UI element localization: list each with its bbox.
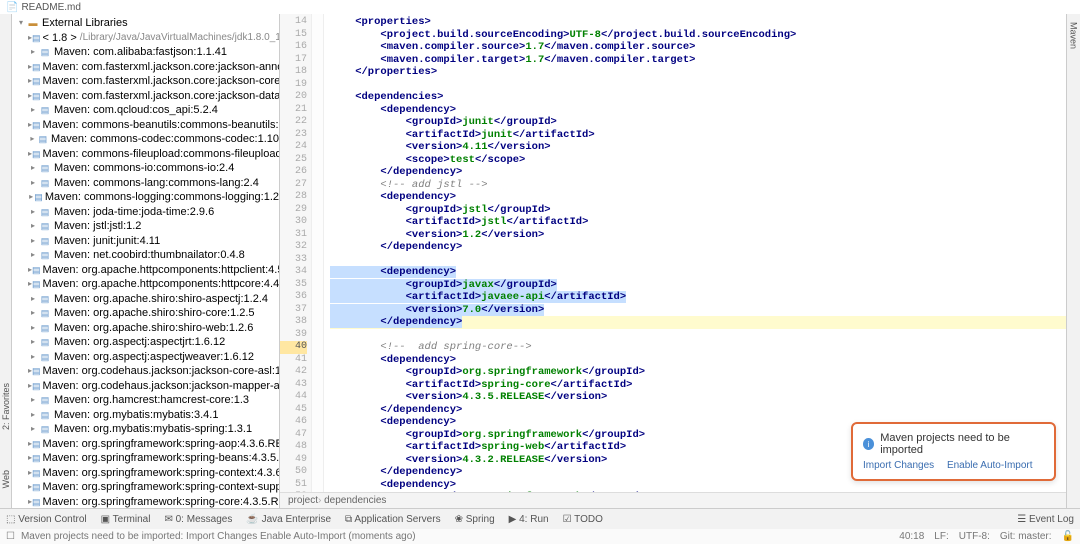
tree-item[interactable]: ▸▤Maven: com.fasterxml.jackson.core:jack…: [16, 60, 279, 75]
tree-item[interactable]: ▸▤Maven: org.apache.httpcomponents:httpc…: [16, 277, 279, 292]
tree-item[interactable]: ▸▤Maven: org.codehaus.jackson:jackson-ma…: [16, 379, 279, 394]
spring-tool[interactable]: ❀ Spring: [455, 514, 495, 525]
tree-item[interactable]: ▸▤Maven: com.alibaba:fastjson:1.1.41: [16, 45, 279, 60]
tree-item[interactable]: ▸▤Maven: org.apache.shiro:shiro-core:1.2…: [16, 306, 279, 321]
favorites-tool[interactable]: 2: Favorites: [1, 383, 11, 430]
tree-item[interactable]: ▸▤Maven: com.qcloud:cos_api:5.2.4: [16, 103, 279, 118]
tree-item[interactable]: ▸▤Maven: org.aspectj:aspectjweaver:1.6.1…: [16, 350, 279, 365]
tree-item[interactable]: ▸▤Maven: org.springframework:spring-cont…: [16, 466, 279, 481]
tree-item[interactable]: ▸▤Maven: org.aspectj:aspectjrt:1.6.12: [16, 335, 279, 350]
breadcrumb-item[interactable]: dependencies: [318, 495, 386, 506]
web-tool[interactable]: Web: [1, 470, 11, 488]
javaee-tool[interactable]: ☕ Java Enterprise: [246, 514, 331, 525]
project-tree[interactable]: ▾▬External Libraries▸▤< 1.8 >/Library/Ja…: [12, 14, 280, 508]
tree-item[interactable]: ▸▤Maven: org.springframework:spring-bean…: [16, 451, 279, 466]
tree-item[interactable]: ▸▤Maven: junit:junit:4.11: [16, 234, 279, 249]
vcs-tool[interactable]: ⬚ Version Control: [6, 514, 87, 525]
enable-autoimport-link[interactable]: Enable Auto-Import: [947, 460, 1033, 471]
tip-icon: ☐: [6, 531, 15, 542]
tree-item[interactable]: ▸▤Maven: org.springframework:spring-aop:…: [16, 437, 279, 452]
status-bar: ⬚ Version Control ▣ Terminal ✉ 0: Messag…: [0, 508, 1080, 529]
tree-item[interactable]: ▸▤Maven: commons-fileupload:commons-file…: [16, 147, 279, 162]
tree-item[interactable]: ▸▤Maven: org.hamcrest:hamcrest-core:1.3: [16, 393, 279, 408]
tip-bar: ☐ Maven projects need to be imported: Im…: [0, 529, 1080, 544]
tree-item[interactable]: ▸▤Maven: org.springframework:spring-core…: [16, 495, 279, 509]
tree-item[interactable]: ▸▤Maven: commons-logging:commons-logging…: [16, 190, 279, 205]
tree-item[interactable]: ▸▤Maven: net.coobird:thumbnailator:0.4.8: [16, 248, 279, 263]
fold-column[interactable]: [312, 14, 324, 508]
event-log[interactable]: ☰ Event Log: [1017, 514, 1074, 525]
tab-readme[interactable]: 📄 README.md: [0, 2, 87, 13]
editor-breadcrumb[interactable]: project dependencies: [280, 492, 1066, 508]
maven-tool[interactable]: Maven: [1069, 22, 1079, 49]
tree-item[interactable]: ▸▤Maven: org.mybatis:mybatis-spring:1.3.…: [16, 422, 279, 437]
breadcrumb-item[interactable]: project: [288, 495, 318, 506]
maven-import-notification: i Maven projects need to be imported Imp…: [851, 422, 1056, 481]
todo-tool[interactable]: ☑ TODO: [563, 514, 603, 525]
tree-item[interactable]: ▸▤Maven: org.apache.shiro:shiro-aspectj:…: [16, 292, 279, 307]
tree-item[interactable]: ▸▤Maven: commons-codec:commons-codec:1.1…: [16, 132, 279, 147]
tree-item[interactable]: ▸▤Maven: com.fasterxml.jackson.core:jack…: [16, 89, 279, 104]
tree-item[interactable]: ▸▤Maven: joda-time:joda-time:2.9.6: [16, 205, 279, 220]
appservers-tool[interactable]: ⧉ Application Servers: [345, 514, 441, 525]
tree-item[interactable]: ▸▤Maven: org.codehaus.jackson:jackson-co…: [16, 364, 279, 379]
right-toolstrip: Maven: [1066, 14, 1080, 508]
file-icon: 📄: [6, 2, 18, 13]
tree-item[interactable]: ▸▤Maven: org.mybatis:mybatis:3.4.1: [16, 408, 279, 423]
tree-item[interactable]: ▸▤Maven: jstl:jstl:1.2: [16, 219, 279, 234]
tree-item[interactable]: ▾▬External Libraries: [16, 16, 279, 31]
info-icon: i: [863, 438, 874, 450]
line-gutter[interactable]: 1415161718192021222324252627282930313233…: [280, 14, 312, 508]
terminal-tool[interactable]: ▣ Terminal: [101, 514, 151, 525]
tree-item[interactable]: ▸▤Maven: commons-beanutils:commons-beanu…: [16, 118, 279, 133]
tree-item[interactable]: ▸▤Maven: commons-lang:commons-lang:2.4: [16, 176, 279, 191]
tree-item[interactable]: ▸▤Maven: org.apache.httpcomponents:httpc…: [16, 263, 279, 278]
left-toolstrip: 2: Favorites Web: [0, 14, 12, 508]
tree-item[interactable]: ▸▤Maven: org.apache.shiro:shiro-web:1.2.…: [16, 321, 279, 336]
caret-pos[interactable]: 40:18: [899, 531, 924, 542]
tree-item[interactable]: ▸▤< 1.8 >/Library/Java/JavaVirtualMachin…: [16, 31, 279, 46]
editor-tabs: 📄 README.md: [0, 0, 1080, 14]
encoding[interactable]: UTF-8:: [959, 531, 990, 542]
tip-text: Maven projects need to be imported: Impo…: [21, 531, 416, 542]
run-tool[interactable]: ▶ 4: Run: [509, 514, 549, 525]
import-changes-link[interactable]: Import Changes: [863, 460, 934, 471]
tree-item[interactable]: ▸▤Maven: org.springframework:spring-cont…: [16, 480, 279, 495]
messages-tool[interactable]: ✉ 0: Messages: [164, 514, 232, 525]
lock-icon[interactable]: 🔓: [1062, 531, 1074, 542]
notification-title: Maven projects need to be imported: [880, 432, 1044, 456]
tab-label: README.md: [21, 2, 80, 13]
tree-item[interactable]: ▸▤Maven: com.fasterxml.jackson.core:jack…: [16, 74, 279, 89]
line-ending[interactable]: LF:: [934, 531, 948, 542]
tree-item[interactable]: ▸▤Maven: commons-io:commons-io:2.4: [16, 161, 279, 176]
git-branch[interactable]: Git: master:: [1000, 531, 1052, 542]
